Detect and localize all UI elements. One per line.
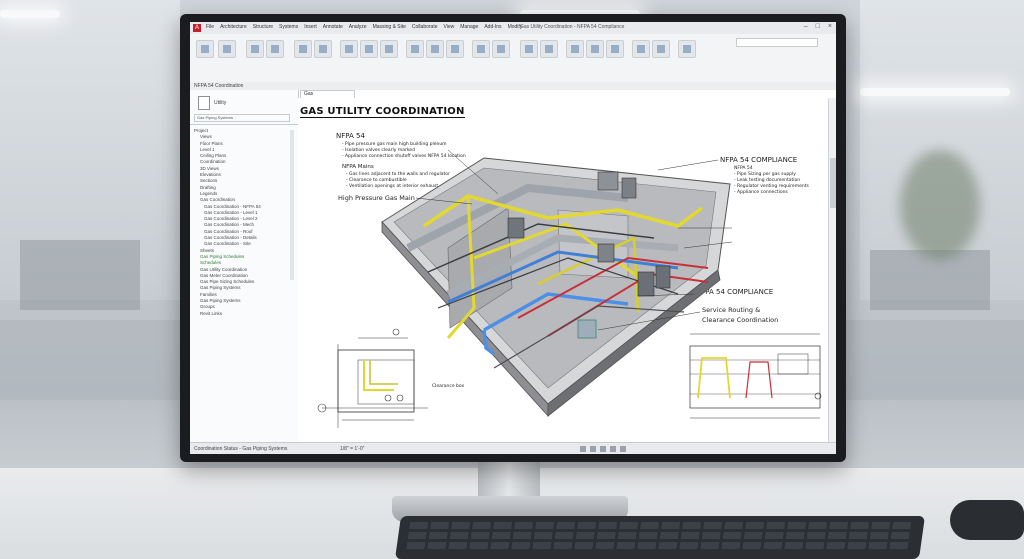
systems-button[interactable] bbox=[586, 40, 604, 58]
crop-icon[interactable] bbox=[620, 446, 626, 452]
align-button[interactable] bbox=[314, 40, 332, 58]
shadows-icon[interactable] bbox=[610, 446, 616, 452]
window-controls: – □ × bbox=[804, 23, 832, 30]
ribbon-tab[interactable]: Add-Ins bbox=[484, 24, 501, 30]
ribbon-tab[interactable]: Architecture bbox=[220, 24, 247, 30]
ribbon-tabs: File Architecture Structure Systems Insert An… bbox=[206, 24, 522, 30]
mirror-button[interactable] bbox=[406, 40, 424, 58]
view-button[interactable] bbox=[520, 40, 538, 58]
background-monitor bbox=[870, 250, 990, 310]
status-bar: Coordination Status - Gas Piping Systems… bbox=[190, 442, 836, 454]
ribbon-tab[interactable]: File bbox=[206, 24, 214, 30]
view-control-bar bbox=[580, 446, 626, 452]
options-bar: NFPA 54 Coordination bbox=[190, 82, 836, 90]
ribbon-tab[interactable]: Structure bbox=[253, 24, 273, 30]
background-monitor bbox=[20, 240, 140, 310]
ribbon-tab[interactable]: Insert bbox=[304, 24, 317, 30]
ceiling-light bbox=[860, 88, 1010, 96]
properties-panel: Utility Gas Piping Systems bbox=[190, 90, 298, 125]
create-button[interactable] bbox=[566, 40, 584, 58]
valve-button[interactable] bbox=[652, 40, 670, 58]
properties-label: Utility bbox=[214, 100, 227, 106]
rotate-button[interactable] bbox=[380, 40, 398, 58]
check-button[interactable] bbox=[678, 40, 696, 58]
move-button[interactable] bbox=[340, 40, 358, 58]
ribbon-tab[interactable]: View bbox=[444, 24, 455, 30]
ribbon-tab[interactable]: Massing & Site bbox=[373, 24, 406, 30]
scale-button[interactable] bbox=[446, 40, 464, 58]
document-title: Gas Utility Coordination - NFPA 54 Compl… bbox=[520, 24, 625, 30]
ribbon-tab[interactable]: Analyze bbox=[349, 24, 367, 30]
isometric-building-model bbox=[317, 149, 822, 428]
delete-button[interactable] bbox=[492, 40, 510, 58]
browser-tree: Project Views Floor Plans Level 1 Ceiling Pl… bbox=[194, 128, 294, 317]
measure-button[interactable] bbox=[540, 40, 558, 58]
background-plant bbox=[900, 150, 980, 260]
browser-scrollbar[interactable] bbox=[290, 130, 294, 280]
close-icon[interactable]: × bbox=[828, 23, 832, 30]
status-text: Coordination Status - Gas Piping Systems bbox=[194, 446, 288, 452]
ribbon-tab[interactable]: Systems bbox=[279, 24, 298, 30]
mouse bbox=[950, 500, 1024, 540]
ribbon bbox=[190, 34, 836, 83]
ribbon-tab[interactable]: Collaborate bbox=[412, 24, 438, 30]
keyboard bbox=[394, 516, 926, 559]
tree-item[interactable]: Revit Links bbox=[194, 311, 294, 317]
visual-style-icon[interactable] bbox=[590, 446, 596, 452]
paste-button[interactable] bbox=[246, 40, 264, 58]
canvas-scroll-thumb[interactable] bbox=[830, 158, 836, 208]
view-scale[interactable]: 1/8" = 1'-0" bbox=[340, 443, 364, 454]
type-selector[interactable]: Gas Piping Systems bbox=[194, 114, 290, 122]
modify-tool-button[interactable] bbox=[196, 40, 214, 58]
minimize-icon[interactable]: – bbox=[804, 23, 808, 30]
ceiling-light bbox=[0, 10, 60, 18]
maximize-icon[interactable]: □ bbox=[816, 23, 820, 30]
app-logo[interactable]: A bbox=[193, 24, 201, 32]
cut-button[interactable] bbox=[266, 40, 284, 58]
search-input[interactable] bbox=[736, 38, 818, 47]
piping-button[interactable] bbox=[606, 40, 624, 58]
type-icon bbox=[198, 96, 210, 110]
screen: A File Architecture Structure Systems Insert… bbox=[190, 22, 836, 454]
canvas-scrollbar[interactable] bbox=[828, 98, 836, 442]
project-browser: Utility Gas Piping Systems Project Views F… bbox=[190, 90, 299, 442]
drawing-canvas[interactable]: GAS UTILITY COORDINATION NFPA 54 - Pipe … bbox=[298, 98, 828, 442]
fitting-button[interactable] bbox=[632, 40, 650, 58]
properties-button[interactable] bbox=[218, 40, 236, 58]
detail-level-icon[interactable] bbox=[580, 446, 586, 452]
monitor: A File Architecture Structure Systems Insert… bbox=[180, 14, 846, 462]
sun-path-icon[interactable] bbox=[600, 446, 606, 452]
ribbon-tab[interactable]: Manage bbox=[460, 24, 478, 30]
array-button[interactable] bbox=[426, 40, 444, 58]
coordination-button[interactable] bbox=[294, 40, 312, 58]
ribbon-tab[interactable]: Annotate bbox=[323, 24, 343, 30]
pin-button[interactable] bbox=[472, 40, 490, 58]
copy-button[interactable] bbox=[360, 40, 378, 58]
